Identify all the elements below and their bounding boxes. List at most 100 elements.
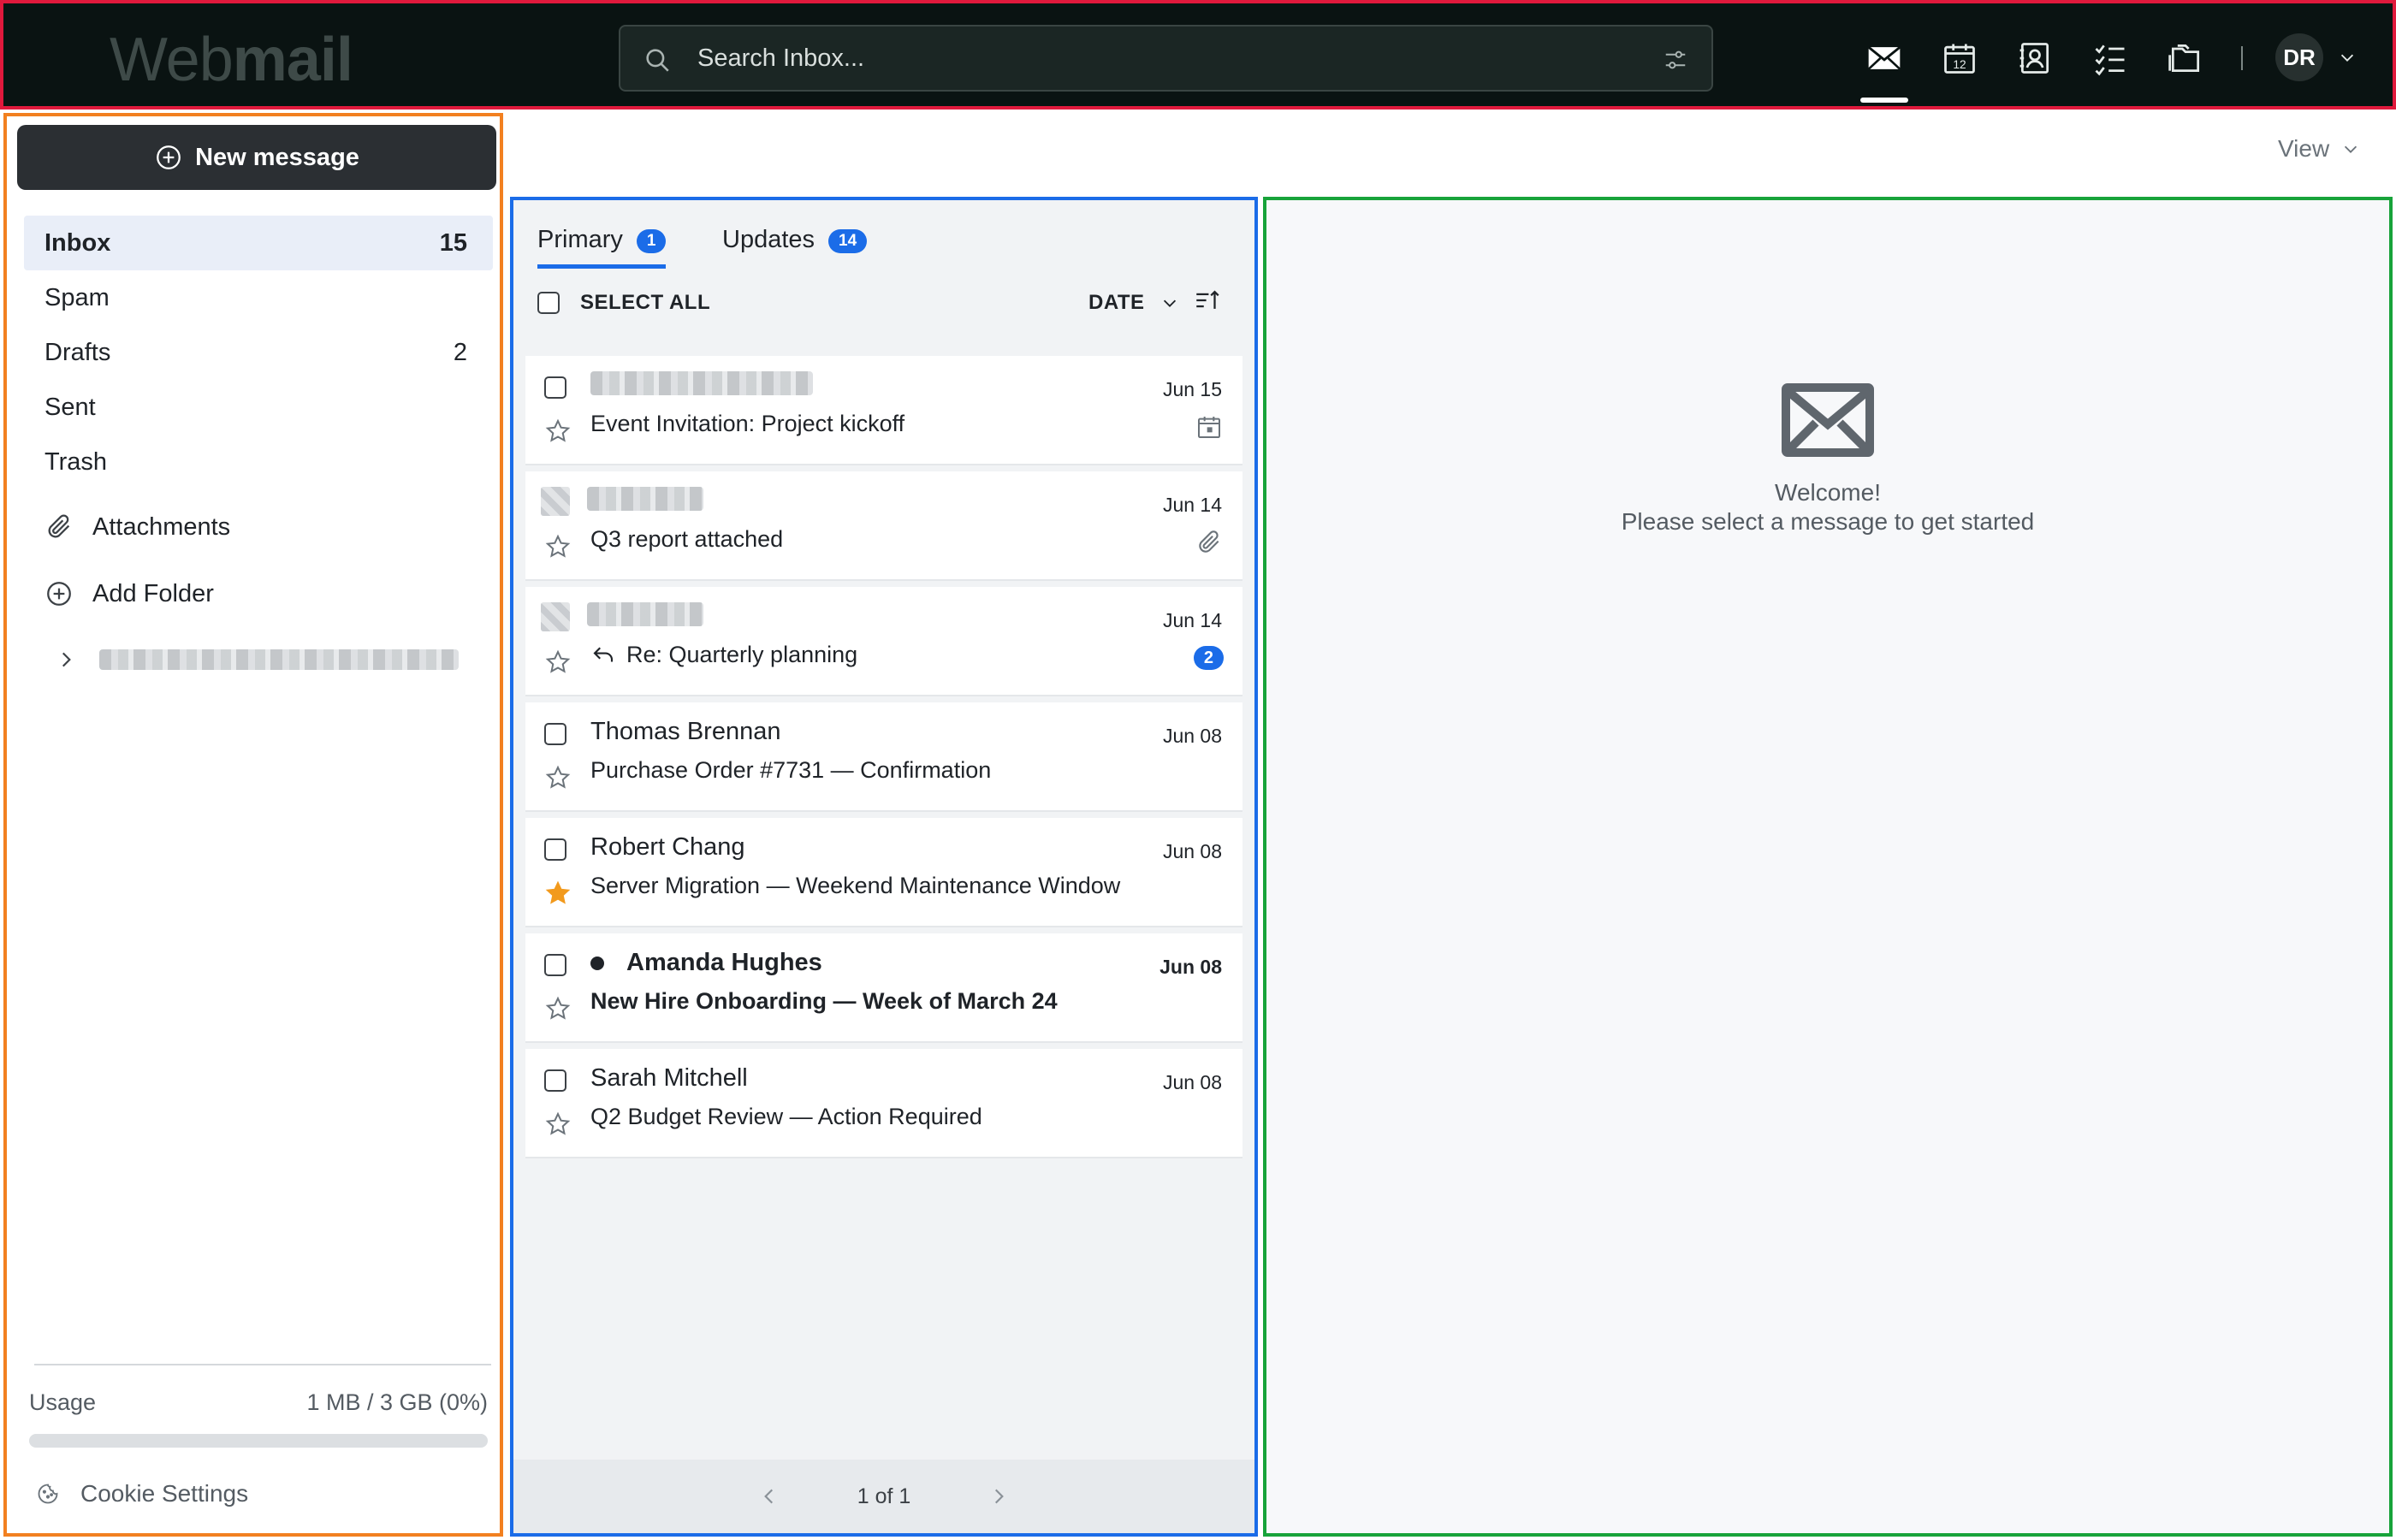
message-meta [1195, 412, 1224, 441]
message-row[interactable]: Sarah Mitchell Q2 Budget Review — Action… [525, 1049, 1242, 1158]
folder-label: Sent [44, 393, 96, 421]
message-subject: New Hire Onboarding — Week of March 24 [590, 988, 1058, 1015]
plus-circle-icon [157, 145, 181, 169]
toolbar-divider [2241, 46, 2243, 70]
view-label: View [2278, 135, 2330, 162]
sender-name: Amanda Hughes [626, 949, 822, 976]
app-logo[interactable]: Webmail [110, 26, 353, 94]
star-icon[interactable] [544, 1111, 572, 1138]
message-date: Jun 08 [1162, 725, 1222, 747]
welcome-title: Welcome! [1775, 479, 1881, 506]
chevron-left-icon[interactable] [758, 1485, 780, 1507]
chevron-down-icon [1163, 299, 1176, 307]
sort-direction-icon[interactable] [1193, 286, 1222, 315]
attachments-link[interactable]: Attachments [24, 501, 493, 553]
message-rows: Event Invitation: Project kickoff Jun 15… [525, 356, 1242, 1164]
message-sender: Robert Chang [590, 833, 745, 862]
message-subject: Re: Quarterly planning [590, 642, 857, 668]
chevron-right-icon[interactable] [987, 1485, 1010, 1507]
mail-icon [1867, 46, 1901, 70]
tasks-app-button[interactable] [2086, 33, 2134, 84]
message-checkbox[interactable] [544, 376, 566, 399]
chevron-down-icon[interactable] [2338, 48, 2357, 67]
folder-trash[interactable]: Trash [24, 435, 493, 489]
message-row[interactable]: Thomas Brennan Purchase Order #7731 — Co… [525, 702, 1242, 812]
star-icon[interactable] [544, 533, 572, 560]
contacts-app-button[interactable] [2011, 33, 2059, 84]
subject-text: Q2 Budget Review — Action Required [590, 1104, 982, 1129]
calendar-icon: 12 [1944, 44, 1975, 74]
message-date: Jun 15 [1162, 378, 1222, 400]
folder-drafts[interactable]: Drafts 2 [24, 325, 493, 380]
message-row[interactable]: Amanda Hughes New Hire Onboarding — Week… [525, 933, 1242, 1043]
message-row[interactable]: Robert Chang Server Migration — Weekend … [525, 818, 1242, 927]
message-sender [587, 487, 703, 511]
folder-spam[interactable]: Spam [24, 270, 493, 325]
message-checkbox[interactable] [544, 838, 566, 861]
search-input[interactable] [697, 37, 1553, 80]
view-dropdown[interactable]: View [2278, 135, 2360, 163]
sort-field-dropdown[interactable]: DATE [1088, 291, 1179, 315]
message-row[interactable]: Event Invitation: Project kickoff Jun 15 [525, 356, 1242, 465]
select-all-checkbox[interactable] [537, 292, 560, 314]
mail-app-button[interactable] [1860, 33, 1908, 103]
usage-progress-bar [29, 1434, 488, 1448]
tab-primary[interactable]: Primary 1 [537, 212, 667, 269]
redacted-sender [587, 487, 703, 511]
star-icon[interactable] [544, 995, 572, 1022]
subject-text: Re: Quarterly planning [626, 642, 858, 667]
message-meta [1195, 528, 1224, 557]
cookie-settings-link[interactable]: Cookie Settings [36, 1480, 248, 1507]
folder-inbox[interactable]: Inbox 15 [24, 216, 493, 270]
select-all-label: SELECT ALL [580, 291, 711, 314]
sort-field-label: DATE [1088, 291, 1145, 314]
attachments-label: Attachments [92, 512, 231, 541]
thread-count-badge: 2 [1193, 646, 1224, 670]
envelope-icon [1782, 383, 1874, 457]
message-row[interactable]: Re: Quarterly planning Jun 14 2 [525, 587, 1242, 696]
star-icon[interactable] [544, 649, 572, 676]
calendar-app-button[interactable]: 12 [1936, 33, 1984, 84]
message-subject: Q3 report attached [590, 526, 783, 553]
new-message-button[interactable]: New message [17, 125, 496, 190]
message-date: Jun 14 [1162, 494, 1222, 516]
message-row[interactable]: Q3 report attached Jun 14 [525, 471, 1242, 581]
select-all[interactable]: SELECT ALL [537, 291, 710, 315]
user-avatar[interactable]: DR [2275, 33, 2323, 81]
folder-sent[interactable]: Sent [24, 380, 493, 435]
folder-label: Inbox [44, 228, 111, 257]
message-list-panel: Primary 1 Updates 14 SELECT ALL DATE Eve… [510, 197, 1258, 1537]
chevron-right-icon[interactable] [55, 649, 77, 671]
logo-text-bold: mail [232, 26, 353, 94]
folder-label: Trash [44, 447, 108, 476]
star-icon[interactable] [544, 418, 572, 445]
search-box [619, 25, 1713, 92]
sender-name: Sarah Mitchell [590, 1064, 748, 1092]
folder-count: 2 [453, 338, 467, 366]
message-meta: 2 [1193, 643, 1224, 672]
message-date: Jun 08 [1159, 956, 1222, 978]
folder-label: Spam [44, 283, 110, 311]
tab-updates[interactable]: Updates 14 [722, 212, 868, 269]
subject-text: Purchase Order #7731 — Confirmation [590, 757, 992, 783]
add-folder-button[interactable]: Add Folder [24, 568, 493, 619]
cookie-settings-label: Cookie Settings [80, 1480, 249, 1507]
message-checkbox[interactable] [544, 723, 566, 745]
account-folder-group[interactable] [24, 634, 493, 685]
folder-list: Inbox 15 Spam Drafts 2 Sent Trash [24, 216, 493, 489]
tab-count-badge: 14 [828, 229, 868, 253]
message-checkbox[interactable] [544, 1069, 566, 1092]
calendar-day-number: 12 [1953, 58, 1966, 71]
files-app-button[interactable] [2162, 33, 2209, 84]
filter-settings-icon[interactable] [1662, 47, 1689, 73]
tab-label: Updates [722, 226, 815, 253]
files-icon [2168, 44, 2200, 73]
sidebar: New message Inbox 15 Spam Drafts 2 Sent … [3, 113, 503, 1537]
star-icon[interactable] [544, 764, 572, 791]
pagination: 1 of 1 [513, 1460, 1254, 1533]
message-subject: Q2 Budget Review — Action Required [590, 1104, 982, 1130]
message-checkbox[interactable] [544, 954, 566, 976]
divider [34, 1364, 491, 1365]
star-icon-filled[interactable] [544, 880, 572, 907]
chevron-down-icon [2345, 145, 2357, 153]
